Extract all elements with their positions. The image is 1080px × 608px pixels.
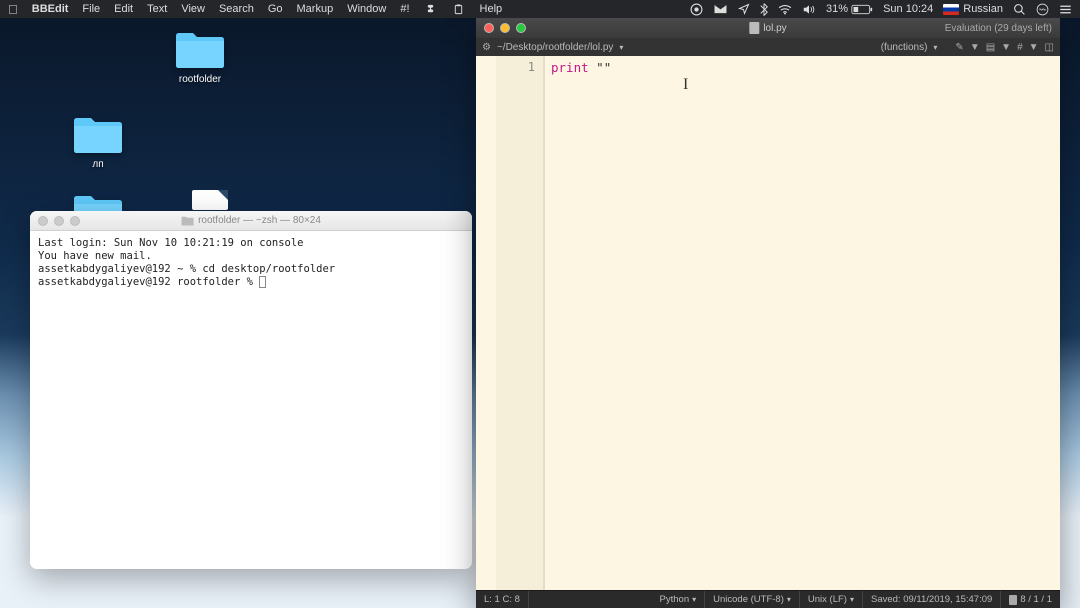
- terminal-title: rootfolder — ~zsh — 80×24: [181, 215, 321, 226]
- sidebar-toggle-icon[interactable]: ◫: [1045, 42, 1054, 53]
- apple-menu-icon[interactable]: : [8, 2, 18, 17]
- clock[interactable]: Sun 10:24: [883, 3, 933, 15]
- functions-menu[interactable]: (functions): [881, 42, 928, 53]
- obs-icon[interactable]: [690, 3, 703, 16]
- chevron-down-icon[interactable]: ▼: [1029, 42, 1039, 53]
- editor-titlebar[interactable]: lol.py Evaluation (29 days left): [476, 18, 1060, 38]
- app-name[interactable]: BBEdit: [32, 3, 69, 15]
- functions-dropdown-icon[interactable]: ▾: [933, 43, 937, 52]
- clipboard-menu-icon[interactable]: [452, 2, 466, 16]
- location-icon[interactable]: [738, 3, 750, 15]
- bluetooth-icon[interactable]: [760, 3, 768, 16]
- menu-edit[interactable]: Edit: [114, 3, 133, 15]
- window-controls: [30, 216, 80, 226]
- menu-shebang[interactable]: #!: [400, 3, 409, 15]
- notification-center-icon[interactable]: [1059, 4, 1072, 15]
- desktop-folder-lp[interactable]: лп: [58, 115, 138, 170]
- evaluation-notice: Evaluation (29 days left): [945, 23, 1052, 34]
- file-icon: [192, 190, 228, 210]
- folder-icon: [72, 193, 124, 211]
- desktop-file[interactable]: [170, 190, 250, 210]
- document-stats[interactable]: 8 / 1 / 1: [1001, 591, 1060, 608]
- folder-icon: [72, 115, 124, 155]
- volume-icon[interactable]: [802, 4, 816, 15]
- menu-file[interactable]: File: [82, 3, 100, 15]
- folder-icon: [174, 30, 226, 70]
- close-button[interactable]: [38, 216, 48, 226]
- editor-title: lol.py: [749, 22, 786, 34]
- terminal-window: rootfolder — ~zsh — 80×24 Last login: Su…: [30, 211, 472, 569]
- wifi-icon[interactable]: [778, 4, 792, 15]
- gear-icon[interactable]: ⚙: [482, 42, 491, 53]
- zoom-button[interactable]: [516, 23, 526, 33]
- editor-pathbar: ⚙ ~/Desktop/rootfolder/lol.py ▾ (functio…: [476, 38, 1060, 56]
- terminal-body[interactable]: Last login: Sun Nov 10 10:21:19 on conso…: [30, 231, 472, 296]
- line-gutter: 1: [496, 56, 544, 590]
- editor-window: lol.py Evaluation (29 days left) ⚙ ~/Des…: [476, 18, 1060, 608]
- menubar:  BBEdit File Edit Text View Search Go M…: [0, 0, 1080, 18]
- script-menu-icon[interactable]: [424, 2, 438, 16]
- window-controls: [476, 23, 526, 33]
- minimize-button[interactable]: [500, 23, 510, 33]
- folder-label: лп: [92, 159, 103, 170]
- menu-markup[interactable]: Markup: [297, 3, 334, 15]
- terminal-cursor: [259, 276, 266, 288]
- line-number: 1: [496, 60, 535, 74]
- chevron-down-icon[interactable]: ▼: [970, 42, 980, 53]
- desktop-folder-partial[interactable]: [58, 193, 138, 211]
- siri-icon[interactable]: [1036, 3, 1049, 16]
- folder-icon: [181, 216, 194, 226]
- code-area[interactable]: print "" I: [545, 56, 1060, 590]
- menu-view[interactable]: View: [181, 3, 205, 15]
- line-ending-mode[interactable]: Unix (LF)▾: [800, 591, 863, 608]
- zoom-button[interactable]: [70, 216, 80, 226]
- spotlight-icon[interactable]: [1013, 3, 1026, 16]
- document-icon: [749, 22, 759, 34]
- folder-label: rootfolder: [179, 74, 221, 85]
- menu-text[interactable]: Text: [147, 3, 167, 15]
- code-text: "": [589, 60, 612, 75]
- text-cursor-icon: I: [683, 76, 688, 94]
- menubar-right: 31% Sun 10:24 Russian: [690, 3, 1072, 16]
- flag-russia-icon: [943, 4, 959, 15]
- chevron-down-icon[interactable]: ▼: [1001, 42, 1011, 53]
- editor-main: 1 print "" I: [476, 56, 1060, 590]
- desktop-folder-rootfolder[interactable]: rootfolder: [160, 30, 240, 85]
- terminal-titlebar[interactable]: rootfolder — ~zsh — 80×24: [30, 211, 472, 231]
- saved-status: Saved: 09/11/2019, 15:47:09: [863, 591, 1001, 608]
- pencil-icon[interactable]: ✎: [955, 42, 963, 53]
- language-mode[interactable]: Python▾: [652, 591, 706, 608]
- input-source[interactable]: Russian: [943, 3, 1003, 15]
- menu-window[interactable]: Window: [347, 3, 386, 15]
- syntax-keyword: print: [551, 60, 589, 75]
- file-path[interactable]: ~/Desktop/rootfolder/lol.py: [497, 42, 613, 53]
- menu-go[interactable]: Go: [268, 3, 283, 15]
- menu-help[interactable]: Help: [480, 3, 503, 15]
- minimize-button[interactable]: [54, 216, 64, 226]
- menu-search[interactable]: Search: [219, 3, 254, 15]
- close-button[interactable]: [484, 23, 494, 33]
- editor-statusbar: L: 1 C: 8 Python▾ Unicode (UTF-8)▾ Unix …: [476, 590, 1060, 608]
- battery-status[interactable]: 31%: [826, 3, 873, 15]
- hash-icon[interactable]: #: [1017, 42, 1023, 53]
- encoding-mode[interactable]: Unicode (UTF-8)▾: [705, 591, 800, 608]
- menubar-left:  BBEdit File Edit Text View Search Go M…: [8, 2, 502, 17]
- page-icon: [1009, 595, 1017, 605]
- mail-icon[interactable]: [713, 3, 728, 15]
- cursor-position[interactable]: L: 1 C: 8: [476, 591, 529, 608]
- path-dropdown-icon[interactable]: ▾: [619, 43, 623, 52]
- documents-icon[interactable]: ▤: [986, 42, 995, 53]
- editor-margin: [476, 56, 496, 590]
